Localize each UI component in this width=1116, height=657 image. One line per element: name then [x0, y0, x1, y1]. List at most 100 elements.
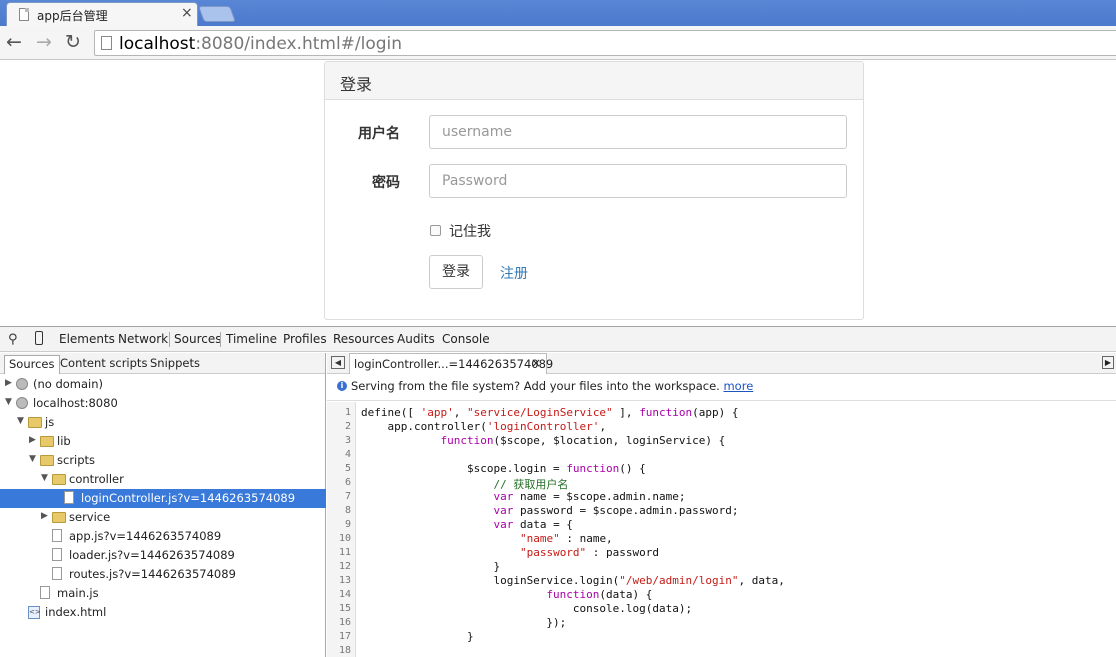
expand-arrow-down-icon[interactable]: ▼ [29, 454, 36, 464]
new-tab-button[interactable] [198, 6, 236, 22]
code-line: loginService.login("/web/admin/login", d… [361, 574, 785, 587]
code-line: define([ 'app', "service/LoginService" ]… [361, 406, 739, 419]
tree-item-label: service [69, 510, 111, 524]
close-tab-icon[interactable]: × [181, 5, 193, 21]
line-number: 6 [344, 477, 351, 488]
browser-tab-strip: app后台管理 × [0, 0, 1116, 26]
tree-item-label: (no domain) [33, 377, 104, 391]
inspect-search-icon[interactable]: ⚲ [8, 332, 18, 347]
login-panel: 登录 用户名 密码 记住我 登录 注册 [324, 61, 864, 320]
editor-file-tab-label: loginController...=1446263574089 [354, 357, 554, 371]
remember-checkbox[interactable] [430, 225, 441, 236]
close-file-icon[interactable]: × [531, 356, 541, 370]
code-line: "password" : password [519, 546, 660, 559]
tree-item[interactable]: ▼ js [0, 413, 326, 432]
line-number: 16 [338, 617, 351, 628]
line-number: 13 [338, 575, 351, 586]
line-number: 17 [338, 631, 351, 642]
tab-audits[interactable]: Audits [397, 332, 435, 346]
expand-arrow-right-icon[interactable]: ▶ [41, 511, 48, 521]
line-number: 14 [338, 589, 351, 600]
reload-icon[interactable]: ↻ [65, 31, 81, 53]
panel-heading: 登录 [325, 62, 863, 100]
tab-sources[interactable]: Sources [174, 332, 221, 346]
navigator-tab-sources[interactable]: Sources [4, 355, 60, 374]
line-number: 10 [338, 533, 351, 544]
tree-item[interactable]: app.js?v=1446263574089 [0, 527, 326, 546]
line-number: 8 [344, 505, 351, 516]
browser-toolbar: ← → ↻ localhost:8080/index.html#/login [0, 26, 1116, 60]
line-number-gutter: 1 2 3 4 5 6 7 8 9 10 11 12 13 14 15 16 17 18 [327, 402, 356, 657]
folder-icon [40, 436, 54, 447]
tree-item[interactable]: main.js [0, 584, 326, 603]
code-line: } [361, 630, 474, 643]
login-button[interactable]: 登录 [429, 255, 483, 289]
editor-file-tab[interactable]: loginController...=1446263574089 × [349, 353, 553, 374]
folder-icon [52, 474, 66, 485]
tree-item-label: index.html [45, 605, 107, 619]
tree-item[interactable]: ▶ service [0, 508, 326, 527]
code-editor: ◀ loginController...=1446263574089 × ▶ i… [327, 353, 1116, 657]
back-icon[interactable]: ← [6, 31, 22, 53]
globe-icon [16, 378, 28, 390]
expand-arrow-right-icon[interactable]: ▶ [5, 378, 12, 388]
tab-resources[interactable]: Resources [333, 332, 394, 346]
more-link[interactable]: more [723, 379, 753, 393]
device-mode-icon[interactable] [35, 331, 43, 345]
address-bar[interactable]: localhost:8080/index.html#/login [94, 30, 1116, 56]
toggle-debugger-icon[interactable]: ▶ [1102, 356, 1114, 369]
code-area[interactable]: 1 2 3 4 5 6 7 8 9 10 11 12 13 14 15 16 17 18 define([ 'ap… [327, 402, 1116, 657]
tab-console[interactable]: Console [442, 332, 490, 346]
tree-item-label: js [45, 415, 55, 429]
tab-title: app后台管理 [37, 9, 108, 23]
tab-network[interactable]: Network [118, 332, 168, 346]
expand-arrow-right-icon[interactable]: ▶ [29, 435, 36, 445]
line-number: 4 [344, 449, 351, 460]
tree-item[interactable]: routes.js?v=1446263574089 [0, 565, 326, 584]
expand-arrow-down-icon[interactable]: ▼ [41, 473, 48, 483]
code-line: }); [361, 616, 567, 629]
page-icon [101, 36, 112, 50]
tree-item[interactable]: ▶ lib [0, 432, 326, 451]
code-line: var password = $scope.admin.password; [493, 504, 739, 517]
tree-item[interactable]: ▶ (no domain) [0, 375, 326, 394]
editor-tabs: ◀ loginController...=1446263574089 × ▶ [327, 353, 1116, 374]
line-number: 12 [338, 561, 351, 572]
file-icon [52, 529, 62, 542]
tree-item[interactable]: loader.js?v=1446263574089 [0, 546, 326, 565]
tree-item-label: lib [57, 434, 71, 448]
password-input[interactable] [429, 164, 847, 198]
navigator-tab-content-scripts[interactable]: Content scripts [60, 356, 147, 370]
tree-item[interactable]: ▼ localhost:8080 [0, 394, 326, 413]
forward-icon[interactable]: → [36, 31, 52, 53]
code-line: app.controller('loginController', [361, 420, 607, 433]
tab-profiles[interactable]: Profiles [283, 332, 327, 346]
line-number: 15 [338, 603, 351, 614]
tree-item[interactable]: <> index.html [0, 603, 326, 622]
expand-arrow-down-icon[interactable]: ▼ [5, 397, 12, 407]
line-number: 3 [344, 435, 351, 446]
tree-item[interactable]: ▼ controller [0, 470, 326, 489]
toggle-navigator-icon[interactable]: ◀ [331, 356, 345, 369]
password-label: 密码 [372, 175, 400, 191]
tab-elements[interactable]: Elements [59, 332, 115, 346]
tree-item[interactable]: ▼ scripts [0, 451, 326, 470]
navigator-tabs: Sources Content scripts Snippets [0, 353, 325, 374]
navigator-tab-snippets[interactable]: Snippets [150, 356, 200, 370]
register-link[interactable]: 注册 [500, 263, 528, 283]
tree-item-label: scripts [57, 453, 96, 467]
tree-item[interactable]: loginController.js?v=1446263574089 [0, 489, 326, 508]
tree-item-label: routes.js?v=1446263574089 [69, 567, 236, 581]
tree-item-label: loginController.js?v=1446263574089 [81, 491, 296, 505]
tab-timeline[interactable]: Timeline [226, 332, 277, 346]
code-line: $scope.login = function() { [361, 462, 646, 475]
expand-arrow-down-icon[interactable]: ▼ [17, 416, 24, 426]
file-icon [52, 567, 62, 580]
username-input[interactable] [429, 115, 847, 149]
line-number: 7 [344, 491, 351, 502]
line-number: 1 [344, 407, 351, 418]
info-text: Serving from the file system? Add your f… [351, 379, 754, 393]
folder-icon [40, 455, 54, 466]
code-line: var data = { [493, 518, 573, 531]
browser-tab[interactable]: app后台管理 × [6, 2, 198, 26]
